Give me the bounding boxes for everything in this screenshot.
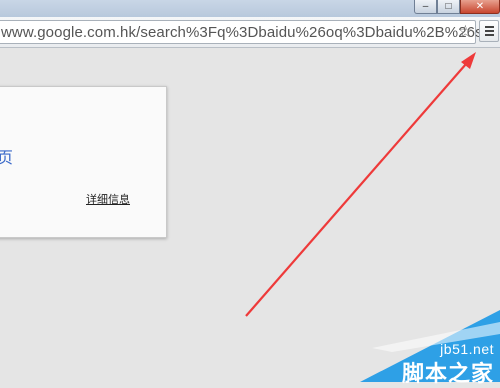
- minimize-icon[interactable]: –: [414, 0, 437, 14]
- url-text: www.google.com.hk/search%3Fq%3Dbaidu%26o…: [1, 24, 500, 41]
- info-card: 页 详细信息: [0, 86, 167, 238]
- details-link[interactable]: 详细信息: [86, 191, 130, 207]
- address-bar[interactable]: www.google.com.hk/search%3Fq%3Dbaidu%26o…: [0, 20, 500, 44]
- watermark-site: jb51.net: [440, 341, 494, 357]
- star-icon[interactable]: ☆: [458, 22, 473, 42]
- watermark-name: 脚本之家: [401, 362, 494, 387]
- close-icon[interactable]: ✕: [460, 0, 500, 14]
- maximize-icon[interactable]: □: [437, 0, 460, 14]
- card-title: 页: [0, 150, 14, 167]
- browser-toolbar: www.google.com.hk/search%3Fq%3Dbaidu%26o…: [0, 17, 500, 48]
- window-titlebar: – □ ✕: [0, 0, 500, 17]
- window-controls: – □ ✕: [414, 0, 500, 14]
- hamburger-menu-icon[interactable]: [479, 20, 499, 42]
